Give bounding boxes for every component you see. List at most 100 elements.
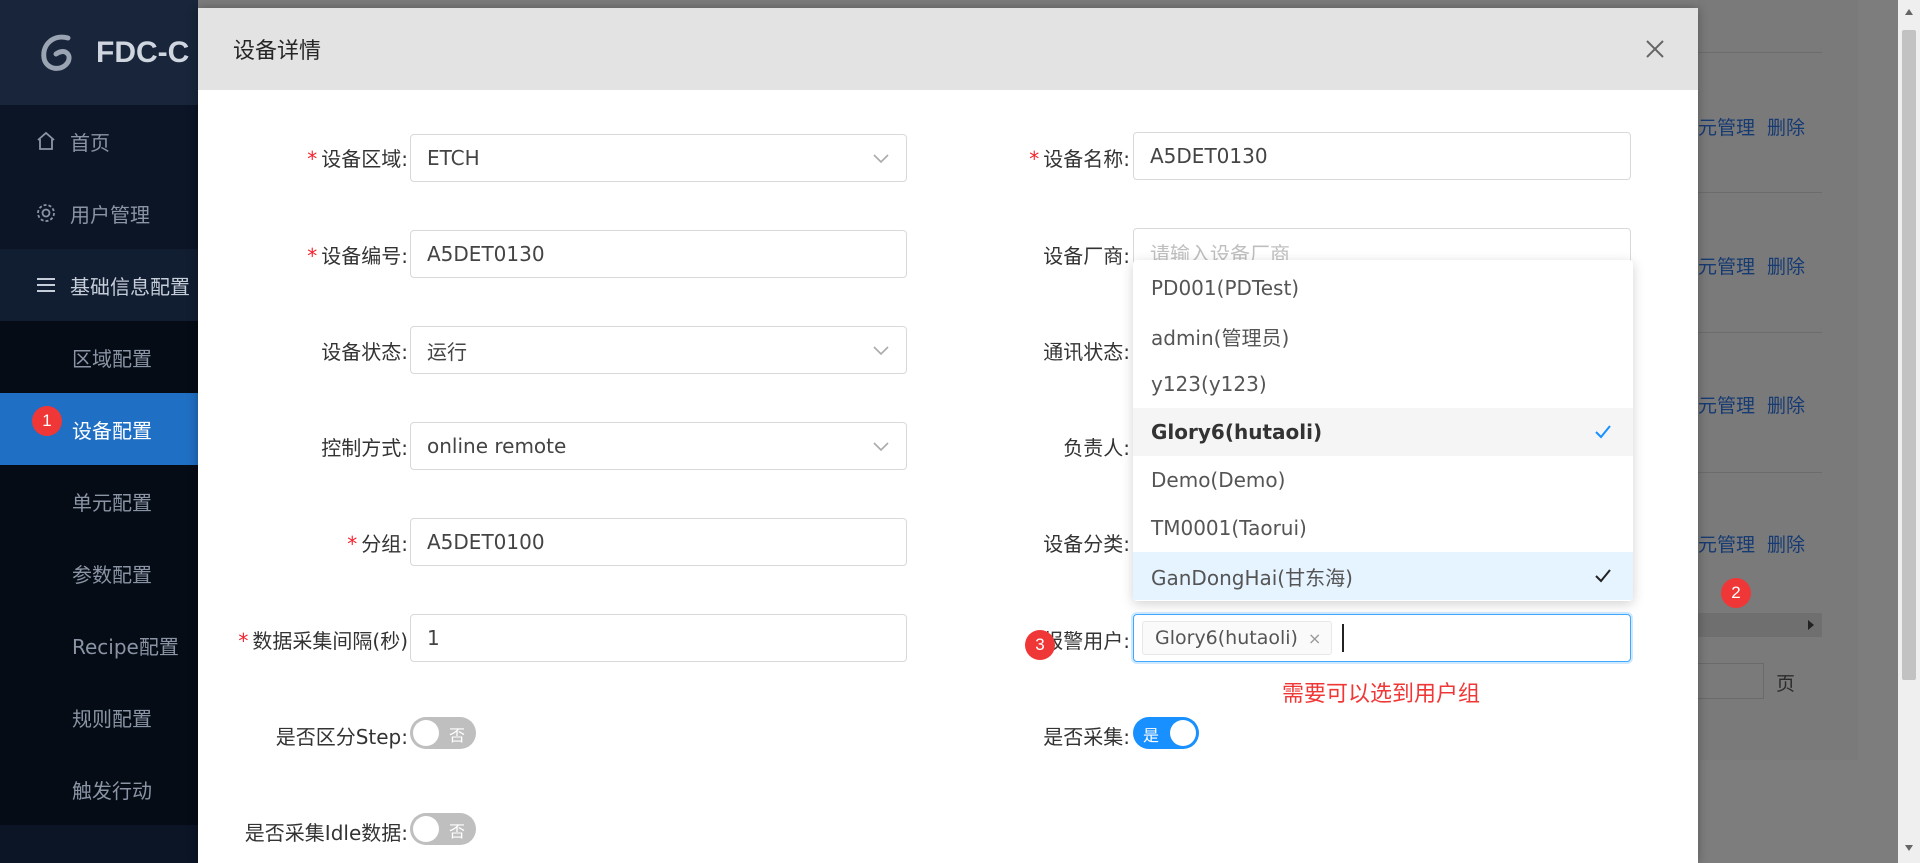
option-label: y123(y123) — [1151, 372, 1267, 396]
interval-label: * 数据采集间隔(秒) — [232, 625, 408, 654]
area-select[interactable]: ETCH — [410, 134, 907, 182]
sidebar-item-users[interactable]: 用户管理 — [0, 177, 198, 249]
delete-link[interactable]: 删除 — [1767, 252, 1805, 279]
table-divider — [1698, 472, 1822, 473]
logo-bar: FDC-C — [0, 0, 198, 105]
code-value: A5DET0130 — [427, 242, 545, 266]
sidebar-item-area-config[interactable]: 区域配置 — [0, 321, 198, 393]
tag-close-icon[interactable]: × — [1308, 629, 1321, 648]
name-input[interactable]: A5DET0130 — [1133, 132, 1631, 180]
sidebar: FDC-C 首页 用户管理 基础信息配置 区域配置 1 设备配置 单元配置 参数… — [0, 0, 198, 863]
option-label: admin(管理员) — [1151, 325, 1290, 350]
vendor-label: 设备厂商: — [998, 240, 1130, 269]
owner-label: 负责人: — [998, 432, 1130, 461]
interval-label-text: 数据采集间隔(秒) — [252, 629, 408, 653]
page-jump-input[interactable] — [1698, 663, 1764, 699]
required-mark: * — [238, 629, 249, 653]
idle-label: 是否采集Idle数据: — [228, 817, 408, 846]
check-icon — [1595, 569, 1611, 583]
sidebar-item-label: 首页 — [70, 130, 110, 155]
status-value: 运行 — [427, 339, 467, 364]
unit-manage-link[interactable]: 元管理 — [1698, 252, 1755, 279]
annotation-badge-1: 1 — [32, 406, 62, 436]
sidebar-item-param-config[interactable]: 参数配置 — [0, 537, 198, 609]
toggle-knob — [1170, 720, 1196, 746]
sidebar-item-basic-config[interactable]: 基础信息配置 — [0, 249, 198, 321]
delete-link[interactable]: 删除 — [1767, 113, 1805, 140]
scroll-right-icon — [1808, 620, 1814, 630]
dropdown-option[interactable]: TM0001(Taorui) — [1133, 504, 1633, 552]
required-mark: * — [347, 532, 358, 556]
logo-icon — [41, 34, 72, 71]
control-select[interactable]: online remote — [410, 422, 907, 470]
vertical-scrollbar[interactable] — [1898, 0, 1920, 863]
required-mark: * — [1029, 147, 1040, 171]
group-input[interactable]: A5DET0100 — [410, 518, 907, 566]
sidebar-item-label: 基础信息配置 — [70, 274, 190, 299]
unit-manage-link[interactable]: 元管理 — [1698, 530, 1755, 557]
required-mark: * — [307, 147, 318, 171]
status-label: 设备状态: — [288, 336, 408, 365]
dropdown-option-selected[interactable]: GanDongHai(甘东海) — [1133, 552, 1633, 600]
dropdown-option[interactable]: PD001(PDTest) — [1133, 264, 1633, 312]
close-button[interactable] — [1640, 34, 1670, 64]
unit-manage-link[interactable]: 元管理 — [1698, 391, 1755, 418]
category-label: 设备分类: — [998, 528, 1130, 557]
text-caret — [1342, 624, 1345, 652]
delete-link[interactable]: 删除 — [1767, 530, 1805, 557]
control-value: online remote — [427, 434, 567, 458]
area-value: ETCH — [427, 146, 480, 170]
code-input[interactable]: A5DET0130 — [410, 230, 907, 278]
control-label: 控制方式: — [288, 432, 408, 461]
sidebar-item-unit-config[interactable]: 单元配置 — [0, 465, 198, 537]
alarm-users-dropdown: PD001(PDTest) admin(管理员) y123(y123) Glor… — [1133, 260, 1633, 601]
sidebar-item-home[interactable]: 首页 — [0, 105, 198, 177]
required-mark: * — [307, 244, 318, 268]
dropdown-option-selected[interactable]: Glory6(hutaoli) — [1133, 408, 1633, 456]
code-label-text: 设备编号: — [321, 244, 408, 268]
table-divider — [1698, 332, 1822, 333]
status-select[interactable]: 运行 — [410, 326, 907, 374]
sidebar-item-label: 规则配置 — [72, 706, 152, 731]
sidebar-item-trigger-action[interactable]: 触发行动 — [0, 753, 198, 825]
annotation-note: 需要可以选到用户组 — [1282, 682, 1481, 707]
gear-icon — [34, 201, 58, 225]
alarm-users-select[interactable]: Glory6(hutaoli) × — [1133, 614, 1631, 662]
group-label: * 分组: — [288, 528, 408, 557]
code-label: * 设备编号: — [288, 240, 408, 269]
menu-icon — [34, 273, 58, 297]
vendor-label-text: 设备厂商: — [1043, 244, 1130, 268]
dropdown-option[interactable]: admin(管理员) — [1133, 312, 1633, 360]
annotation-badge-2: 2 — [1721, 578, 1751, 608]
name-label-text: 设备名称: — [1043, 147, 1130, 171]
chevron-down-icon — [873, 346, 889, 356]
sidebar-item-label: 区域配置 — [72, 346, 152, 371]
sidebar-item-label: 用户管理 — [70, 202, 150, 227]
horizontal-scrollbar[interactable] — [1698, 613, 1822, 637]
sidebar-item-rule-config[interactable]: 规则配置 — [0, 681, 198, 753]
chevron-down-icon — [873, 154, 889, 164]
scroll-up-icon — [1905, 9, 1913, 15]
sidebar-item-label: 参数配置 — [72, 562, 152, 587]
close-icon — [1646, 40, 1664, 58]
comm-label-text: 通讯状态: — [1043, 340, 1130, 364]
scrollbar-thumb[interactable] — [1902, 30, 1916, 680]
chevron-down-icon — [873, 442, 889, 452]
delete-link[interactable]: 删除 — [1767, 391, 1805, 418]
idle-label-text: 是否采集Idle数据: — [244, 821, 408, 845]
option-label: Demo(Demo) — [1151, 468, 1286, 492]
dropdown-option[interactable]: Demo(Demo) — [1133, 456, 1633, 504]
sidebar-item-recipe-config[interactable]: Recipe配置 — [0, 609, 198, 681]
interval-input[interactable]: 1 — [410, 614, 907, 662]
collect-label: 是否采集: — [998, 721, 1130, 750]
idle-toggle[interactable]: 否 — [410, 813, 476, 845]
sidebar-item-device-config[interactable]: 1 设备配置 — [0, 393, 198, 465]
comm-label: 通讯状态: — [998, 336, 1130, 365]
tag-label: Glory6(hutaoli) — [1155, 627, 1298, 649]
sidebar-item-label: 设备配置 — [72, 418, 152, 443]
step-toggle[interactable]: 否 — [410, 717, 476, 749]
unit-manage-link[interactable]: 元管理 — [1698, 113, 1755, 140]
collect-toggle[interactable]: 是 — [1133, 717, 1199, 749]
area-label: * 设备区域: — [288, 143, 408, 172]
dropdown-option[interactable]: y123(y123) — [1133, 360, 1633, 408]
